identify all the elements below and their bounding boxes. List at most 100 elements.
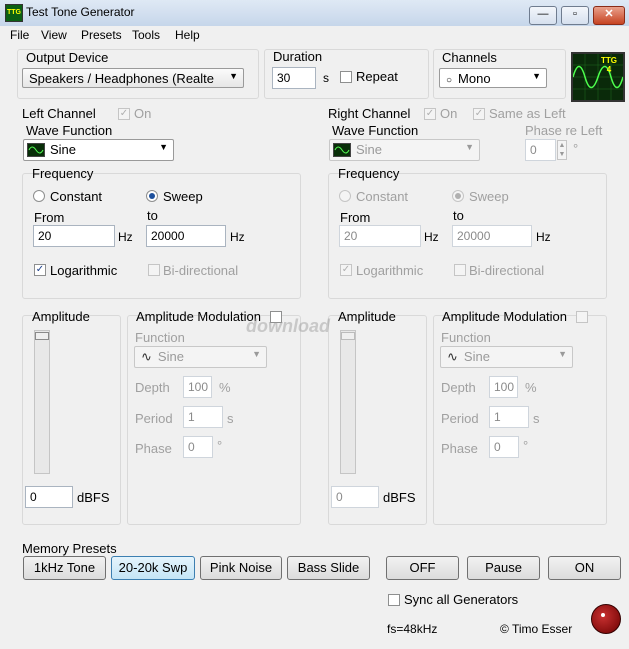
left-dbfs-label: dBFS [77,490,110,505]
right-phase-input[interactable]: 0 [489,436,519,458]
right-to-input[interactable]: 20000 [452,225,532,247]
close-button[interactable]: ✕ [593,6,625,25]
left-from-input[interactable]: 20 [33,225,115,247]
left-period-unit: s [227,411,234,426]
right-constant-radio[interactable] [339,190,351,202]
right-depth-label: Depth [441,380,476,395]
sine-wave-icon [27,143,45,157]
sine-icon: ∿ [141,349,152,364]
chevron-down-icon: ▼ [558,349,567,359]
right-amplitude-input[interactable]: 0 [331,486,379,508]
menu-presets[interactable]: Presets [81,28,122,42]
left-am-function-value: Sine [157,349,184,364]
right-bidirectional-checkbox[interactable] [454,264,466,276]
right-logarithmic-label: Logarithmic [356,263,424,278]
chevron-down-icon: ▼ [532,71,541,81]
right-depth-unit: % [525,380,537,395]
right-dbfs-label: dBFS [383,490,416,505]
phase-re-left-spinner[interactable]: ▲ ▼ [557,140,567,160]
right-to-unit: Hz [536,230,551,244]
preset-bass-slide-button[interactable]: Bass Slide [287,556,370,580]
left-sweep-label: Sweep [163,189,203,204]
output-device-select[interactable]: Speakers / Headphones (Realte ▼ [22,68,244,88]
memory-presets-label: Memory Presets [22,541,117,556]
right-sweep-label: Sweep [469,189,509,204]
status-knob-icon [591,604,621,634]
preset-pink-noise-button[interactable]: Pink Noise [200,556,282,580]
left-amplitude-label: Amplitude [32,309,90,324]
left-am-label: Amplitude Modulation [136,309,262,324]
left-phase-label: Phase [135,441,172,456]
mono-icon: ○ [446,75,453,86]
left-to-input[interactable]: 20000 [146,225,226,247]
left-constant-label: Constant [50,189,103,204]
right-am-function-value: Sine [463,349,490,364]
left-phase-input[interactable]: 0 [183,436,213,458]
oscilloscope-logo-icon: TTG 4 [571,52,625,102]
chevron-down-icon: ▼ [465,142,474,152]
phase-re-left-input[interactable]: 0 [525,139,556,161]
right-amplitude-slider[interactable] [340,330,356,474]
menu-tools[interactable]: Tools [132,28,160,42]
channels-select[interactable]: ○ Mono ▼ [439,68,547,88]
left-on-label: On [134,106,152,121]
scope-logo-text: TTG 4 [601,56,617,74]
right-period-unit: s [533,411,540,426]
right-period-label: Period [441,411,479,426]
same-as-left-checkbox[interactable]: ✓ [473,108,485,120]
menu-file[interactable]: File [10,28,29,42]
minimize-button[interactable]: — [529,6,557,25]
left-amplitude-input[interactable]: 0 [25,486,73,508]
right-logarithmic-checkbox[interactable]: ✓ [340,264,352,276]
window-title: Test Tone Generator [26,5,135,19]
app-icon: TTG [5,4,23,22]
left-bidirectional-checkbox[interactable] [148,264,160,276]
repeat-label: Repeat [356,69,398,84]
left-am-function-select[interactable]: ∿ Sine ▼ [134,346,267,368]
left-amplitude-slider-thumb[interactable] [35,332,49,340]
right-depth-input[interactable]: 100 [489,376,518,398]
right-frequency-label: Frequency [338,166,400,181]
right-from-input[interactable]: 20 [339,225,421,247]
right-am-function-select[interactable]: ∿ Sine ▼ [440,346,573,368]
right-phase-unit: ° [523,438,529,453]
left-on-checkbox[interactable]: ✓ [118,108,130,120]
channels-label: Channels [442,50,497,65]
right-period-input[interactable]: 1 [489,406,529,428]
chevron-down-icon: ▼ [229,71,238,81]
left-bidirectional-label: Bi-directional [163,263,239,278]
menu-view[interactable]: View [41,28,67,42]
right-amplitude-label: Amplitude [338,309,396,324]
duration-input[interactable]: 30 [272,67,316,89]
sync-all-checkbox[interactable] [388,594,400,606]
right-to-label: to [453,208,464,223]
off-button[interactable]: OFF [386,556,459,580]
left-logarithmic-checkbox[interactable]: ✓ [34,264,46,276]
preset-1khz-tone-button[interactable]: 1kHz Tone [23,556,106,580]
right-wave-select[interactable]: Sine ▼ [329,139,480,161]
menu-help[interactable]: Help [175,28,200,42]
left-channel-title: Left Channel [22,106,96,121]
repeat-checkbox[interactable] [340,71,352,83]
maximize-button[interactable]: ▫ [561,6,589,25]
left-sweep-radio[interactable] [146,190,158,202]
right-on-label: On [440,106,458,121]
left-to-unit: Hz [230,230,245,244]
left-depth-label: Depth [135,380,170,395]
right-am-checkbox[interactable] [576,311,588,323]
left-depth-input[interactable]: 100 [183,376,212,398]
preset-20-20k-sweep-button[interactable]: 20-20k Swp [111,556,195,580]
right-amplitude-slider-thumb[interactable] [341,332,355,340]
left-wave-select[interactable]: Sine ▼ [23,139,174,161]
left-amplitude-slider[interactable] [34,330,50,474]
pause-button[interactable]: Pause [467,556,540,580]
right-function-label: Function [441,330,491,345]
right-sweep-radio[interactable] [452,190,464,202]
left-period-input[interactable]: 1 [183,406,223,428]
right-on-checkbox[interactable]: ✓ [424,108,436,120]
left-constant-radio[interactable] [33,190,45,202]
sample-rate-text: fs=48kHz [387,622,438,636]
watermark-text: download [246,316,330,336]
on-button[interactable]: ON [548,556,621,580]
left-frequency-label: Frequency [32,166,94,181]
